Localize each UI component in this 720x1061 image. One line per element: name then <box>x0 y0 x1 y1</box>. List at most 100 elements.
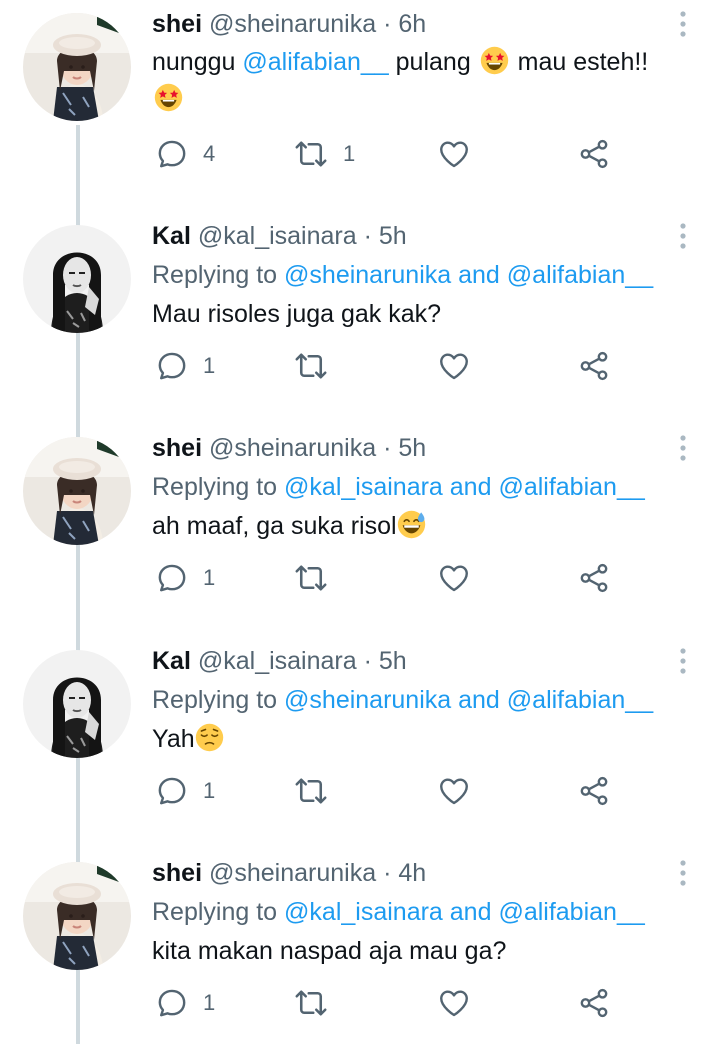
author-handle[interactable]: @sheinarunika <box>209 434 376 462</box>
author-name[interactable]: shei <box>152 859 202 887</box>
tweet[interactable]: Kal @kal_isainara · 5h Replying to @shei… <box>0 637 720 849</box>
author-handle[interactable]: @kal_isainara <box>198 647 357 675</box>
author-name[interactable]: Kal <box>152 647 191 675</box>
share-button[interactable] <box>577 771 611 811</box>
like-button[interactable] <box>437 771 471 811</box>
like-button[interactable] <box>437 134 471 174</box>
avatar-kal[interactable] <box>23 650 131 758</box>
more-options-icon[interactable] <box>678 859 688 887</box>
reply-count: 1 <box>203 353 216 378</box>
more-options-icon[interactable] <box>678 10 688 38</box>
tweet-content: shei @sheinarunika · 5h Replying to @kal… <box>152 432 670 545</box>
author-name[interactable]: shei <box>152 10 202 38</box>
like-button[interactable] <box>437 346 471 386</box>
more-options-icon[interactable] <box>678 434 688 462</box>
timestamp[interactable]: 5h <box>379 222 407 250</box>
mention-link[interactable]: @kal_isainara <box>284 898 443 926</box>
avatar-shei[interactable] <box>23 13 131 121</box>
tweet[interactable]: Kal @kal_isainara · 5h Replying to @shei… <box>0 212 720 424</box>
replying-to: Replying to @kal_isainara and @alifabian… <box>152 470 670 504</box>
mention-link[interactable]: @alifabian__ <box>498 898 644 926</box>
heart-icon <box>437 986 471 1020</box>
replying-prefix: Replying to <box>152 261 285 289</box>
share-button[interactable] <box>577 558 611 598</box>
retweet-icon <box>293 560 329 596</box>
tweet-header: shei @sheinarunika · 6h <box>152 8 670 40</box>
author-handle[interactable]: @sheinarunika <box>209 859 376 887</box>
retweet-count: 1 <box>343 141 356 166</box>
reply-icon <box>155 774 189 808</box>
mention-link[interactable]: @alifabian__ <box>242 48 388 76</box>
retweet-button[interactable]: 1 <box>293 134 355 174</box>
author-name[interactable]: Kal <box>152 222 191 250</box>
retweet-button[interactable] <box>293 346 329 386</box>
tweet-content: shei @sheinarunika · 4h Replying to @kal… <box>152 857 670 970</box>
share-icon <box>577 774 611 808</box>
timestamp[interactable]: 5h <box>398 434 426 462</box>
author-handle[interactable]: @kal_isainara <box>198 222 357 250</box>
share-button[interactable] <box>577 134 611 174</box>
mention-link[interactable]: @alifabian__ <box>498 473 644 501</box>
author-handle[interactable]: @sheinarunika <box>209 10 376 38</box>
star-struck-emoji <box>154 83 183 112</box>
tweet-actions: 1 <box>155 771 625 811</box>
separator-dot: · <box>383 859 392 887</box>
tweet[interactable]: shei @sheinarunika · 4h Replying to @kal… <box>0 849 720 1061</box>
retweet-button[interactable] <box>293 558 329 598</box>
reply-count: 1 <box>203 778 216 803</box>
tweet[interactable]: shei @sheinarunika · 5h Replying to @kal… <box>0 424 720 636</box>
reply-icon <box>155 137 189 171</box>
heart-icon <box>437 349 471 383</box>
tweet-text: nunggu @alifabian__ pulang mau esteh!! <box>152 44 670 118</box>
share-button[interactable] <box>577 346 611 386</box>
reply-icon <box>155 986 189 1020</box>
like-button[interactable] <box>437 558 471 598</box>
tweet-text: Mau risoles juga gak kak? <box>152 296 670 333</box>
mention-link[interactable]: @alifabian__ <box>507 261 653 289</box>
avatar-kal[interactable] <box>23 225 131 333</box>
reply-button[interactable]: 1 <box>155 346 215 386</box>
heart-icon <box>437 774 471 808</box>
share-icon <box>577 986 611 1020</box>
mention-link[interactable]: @alifabian__ <box>507 686 653 714</box>
tweet-actions: 1 <box>155 983 625 1023</box>
replying-to: Replying to @kal_isainara and @alifabian… <box>152 895 670 929</box>
more-options-icon[interactable] <box>678 647 688 675</box>
replying-and: and <box>451 686 507 714</box>
timestamp[interactable]: 4h <box>398 859 426 887</box>
reply-count: 1 <box>203 990 216 1015</box>
retweet-button[interactable] <box>293 771 329 811</box>
separator-dot: · <box>383 10 392 38</box>
text-segment: Mau risoles juga gak kak? <box>152 300 442 328</box>
reply-button[interactable]: 1 <box>155 771 215 811</box>
tweet-header: Kal @kal_isainara · 5h <box>152 220 670 252</box>
replying-prefix: Replying to <box>152 898 285 926</box>
mention-link[interactable]: @sheinarunika <box>284 261 451 289</box>
share-button[interactable] <box>577 983 611 1023</box>
retweet-button[interactable] <box>293 983 329 1023</box>
reply-button[interactable]: 1 <box>155 983 215 1023</box>
tweet[interactable]: shei @sheinarunika · 6h nunggu @alifabia… <box>0 0 720 212</box>
avatar-shei[interactable] <box>23 437 131 545</box>
avatar-shei[interactable] <box>23 862 131 970</box>
text-segment: ah maaf, ga suka risol <box>152 512 397 540</box>
tweet-text: kita makan naspad aja mau ga? <box>152 933 670 970</box>
mention-link[interactable]: @sheinarunika <box>284 686 451 714</box>
replying-and: and <box>442 898 499 926</box>
timestamp[interactable]: 5h <box>379 647 407 675</box>
timestamp[interactable]: 6h <box>398 10 426 38</box>
mention-link[interactable]: @kal_isainara <box>284 473 443 501</box>
heart-icon <box>437 137 471 171</box>
reply-button[interactable]: 4 <box>155 134 215 174</box>
tweet-header: Kal @kal_isainara · 5h <box>152 645 670 677</box>
share-icon <box>577 349 611 383</box>
like-button[interactable] <box>437 983 471 1023</box>
reply-count: 1 <box>203 565 216 590</box>
share-icon <box>577 561 611 595</box>
replying-prefix: Replying to <box>152 473 285 501</box>
tweet-header: shei @sheinarunika · 5h <box>152 432 670 464</box>
retweet-icon <box>293 985 329 1021</box>
reply-button[interactable]: 1 <box>155 558 215 598</box>
more-options-icon[interactable] <box>678 222 688 250</box>
author-name[interactable]: shei <box>152 434 202 462</box>
